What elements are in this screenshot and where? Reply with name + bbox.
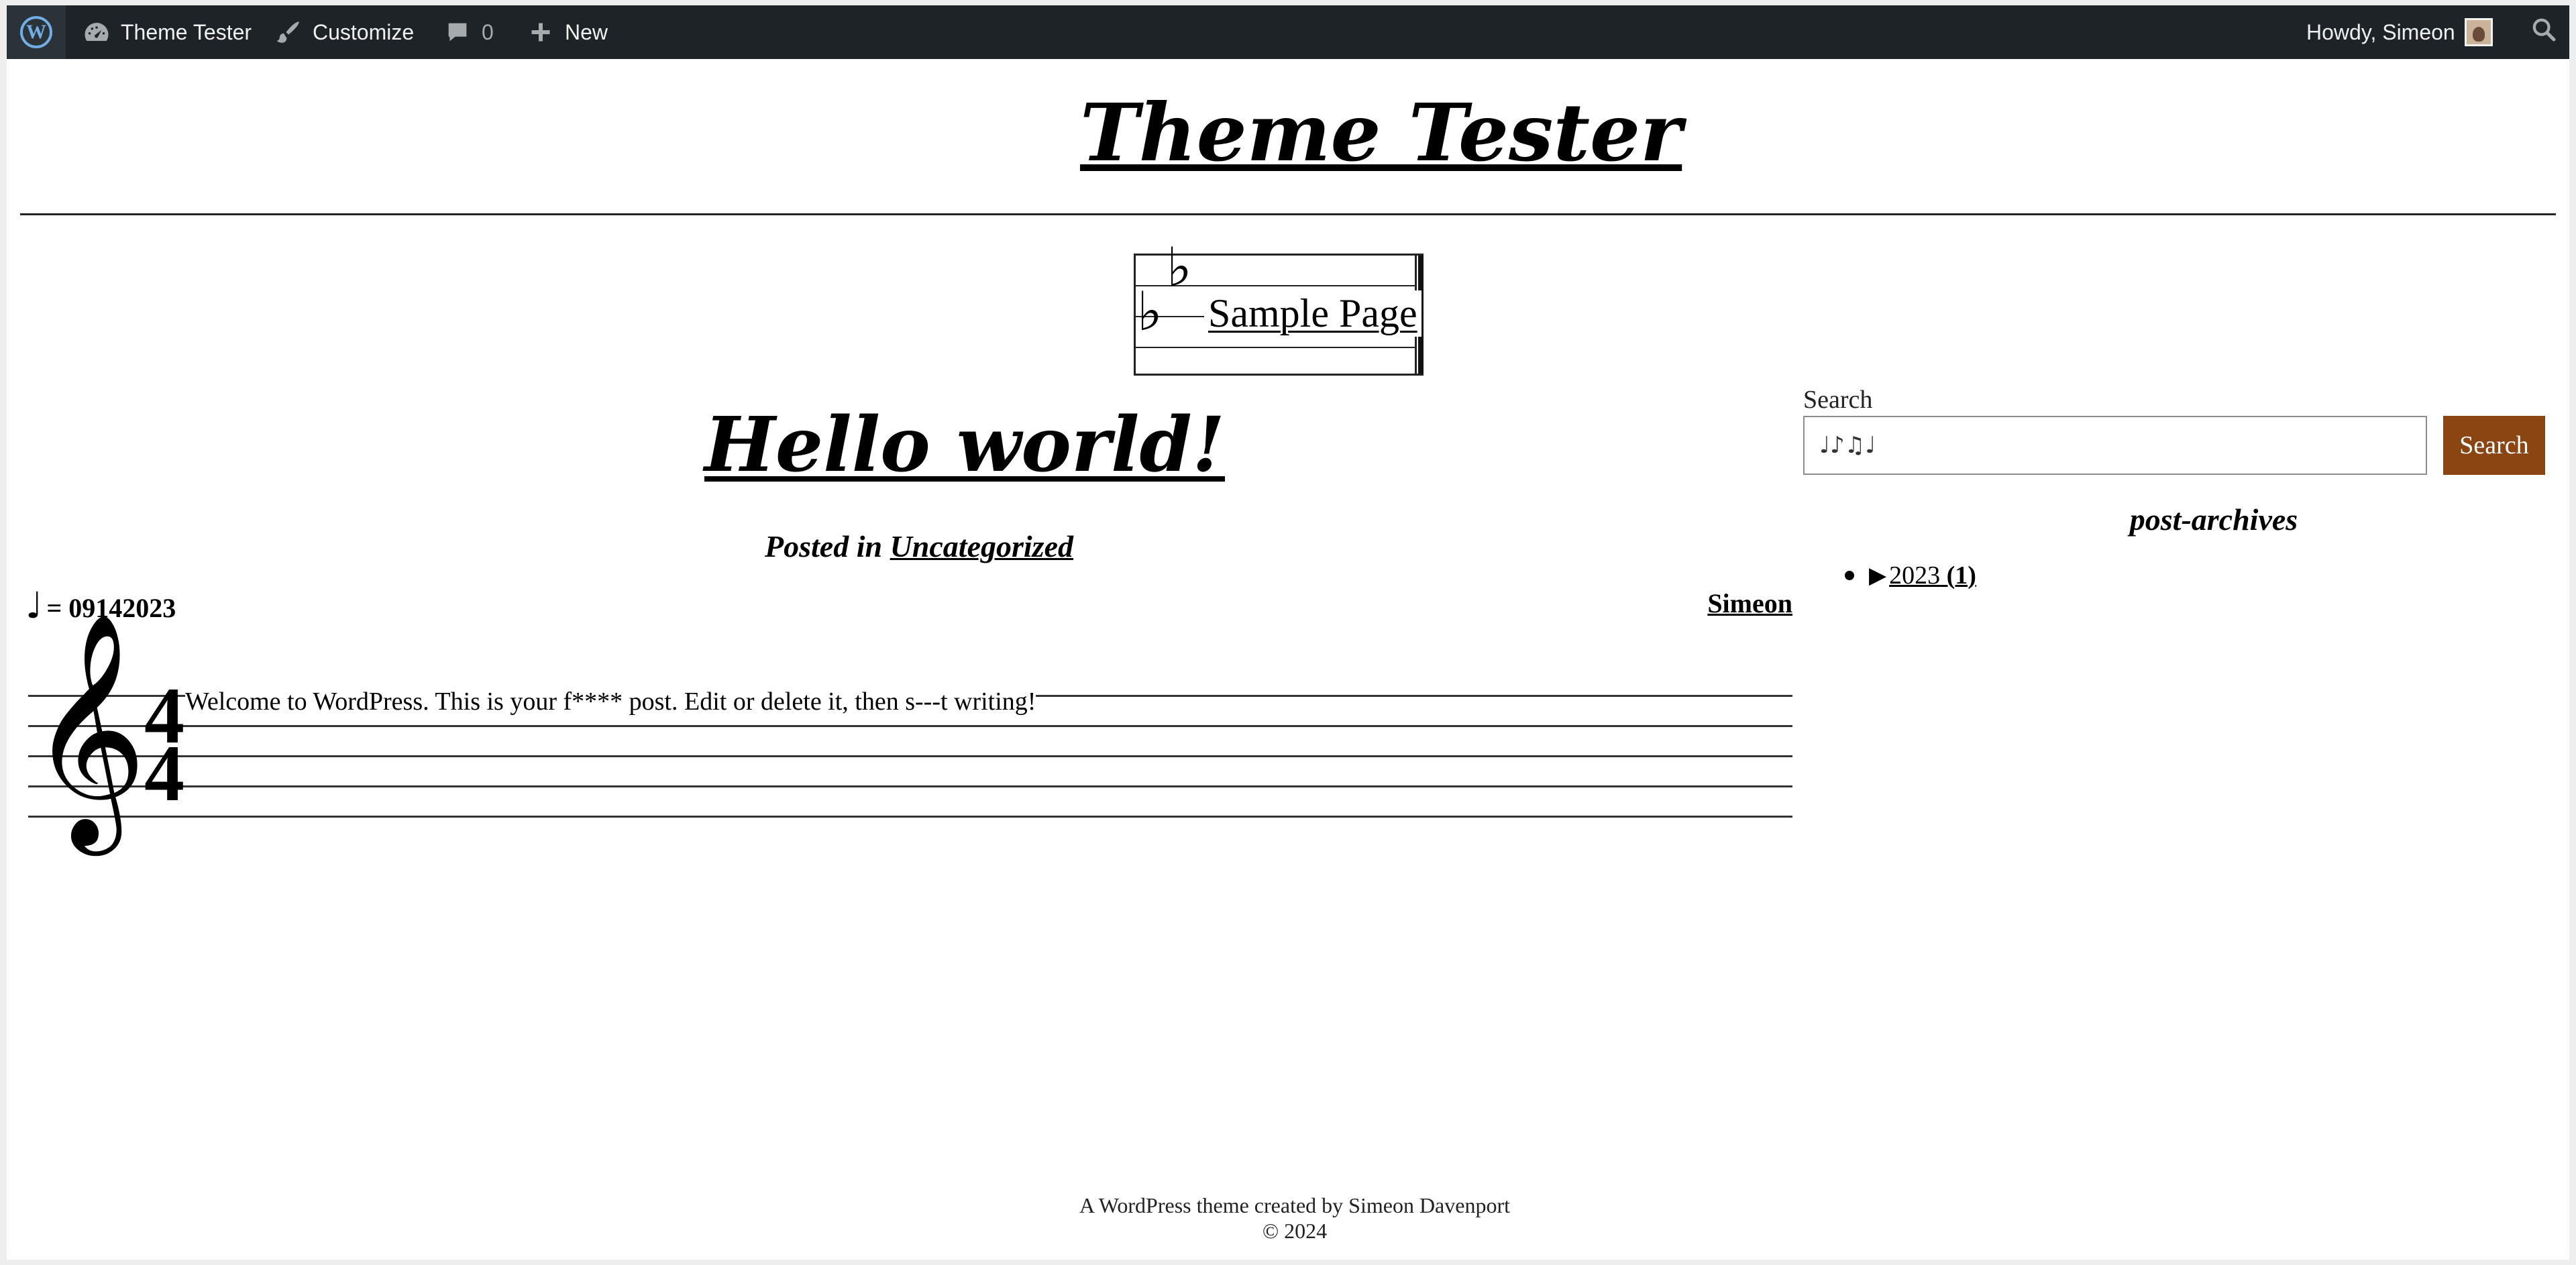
- archives-widget-title: post-archives: [2129, 502, 2298, 537]
- browser-viewport: W Theme Tester Customize 0 New Howdy, Si…: [7, 5, 2569, 1260]
- archives-list-item[interactable]: ▶ 2023 (1): [1845, 561, 1976, 590]
- wordpress-logo-icon: W: [20, 16, 52, 48]
- wordpress-menu[interactable]: W: [7, 5, 66, 59]
- post-title[interactable]: Hello world!: [704, 401, 1225, 508]
- staff-line: [28, 816, 1792, 818]
- archive-year-link[interactable]: 2023 (1): [1889, 561, 1976, 590]
- category-link[interactable]: Uncategorized: [890, 529, 1073, 563]
- site-footer: A WordPress theme created by Simeon Dave…: [946, 1193, 1644, 1244]
- footer-copyright: © 2024: [1262, 1219, 1328, 1243]
- header-divider: [20, 213, 2556, 215]
- archive-count: (1): [1946, 561, 1976, 590]
- site-title[interactable]: Theme Tester: [1080, 86, 1682, 200]
- customize-link[interactable]: Customize: [274, 5, 414, 59]
- speech-bubble-icon: [443, 17, 472, 47]
- footer-credit: A WordPress theme created by Simeon Dave…: [1079, 1193, 1510, 1217]
- new-content-label: New: [565, 19, 608, 44]
- treble-clef-icon: 𝄞: [28, 611, 148, 845]
- dashboard-gauge-icon: [82, 17, 111, 47]
- site-name-link[interactable]: Theme Tester: [82, 5, 252, 59]
- howdy-label: Howdy, Simeon: [2306, 19, 2455, 44]
- search-button[interactable]: Search: [2443, 416, 2545, 475]
- post-content-staff: 𝄞 4 4 Welcome to WordPress. This is your…: [28, 628, 1792, 829]
- flat-symbol: ♭: [1137, 280, 1163, 343]
- time-signature-bottom: 4: [144, 728, 184, 818]
- flat-symbol: ♭: [1167, 236, 1192, 298]
- my-account-menu[interactable]: Howdy, Simeon: [2306, 5, 2493, 59]
- user-avatar-icon: [2464, 18, 2493, 46]
- site-name-label: Theme Tester: [121, 19, 252, 44]
- staff-line: [28, 755, 1792, 757]
- paintbrush-icon: [274, 17, 303, 47]
- post-category-line: Posted in Uncategorized: [678, 529, 1161, 564]
- archive-year: 2023: [1889, 561, 1941, 590]
- admin-search-toggle[interactable]: [2530, 5, 2557, 59]
- comments-link[interactable]: 0: [443, 5, 494, 59]
- plus-icon: [526, 17, 555, 47]
- new-content-link[interactable]: New: [526, 5, 608, 59]
- admin-bar: W Theme Tester Customize 0 New Howdy, Si…: [7, 5, 2569, 59]
- expand-triangle-icon[interactable]: ▶: [1869, 562, 1886, 589]
- posted-in-label: Posted in: [765, 529, 890, 563]
- staff-line: [28, 725, 1792, 727]
- search-input-value: ♩♪♫♩: [1819, 432, 1876, 459]
- customize-label: Customize: [313, 19, 415, 44]
- comments-count: 0: [482, 19, 494, 44]
- post-body-text: Welcome to WordPress. This is your f****…: [185, 687, 1036, 716]
- nav-staff-line: [1136, 347, 1415, 348]
- list-bullet: [1845, 571, 1854, 580]
- search-input[interactable]: ♩♪♫♩: [1803, 416, 2427, 475]
- staff-line: [28, 785, 1792, 787]
- search-label: Search: [1803, 386, 1873, 414]
- nav-item-sample-page[interactable]: Sample Page: [1204, 290, 1421, 337]
- search-icon: [2530, 16, 2557, 48]
- primary-navigation: ♭ ♭ Sample Page: [1134, 241, 1424, 376]
- post-author-link[interactable]: Simeon: [1670, 588, 1792, 619]
